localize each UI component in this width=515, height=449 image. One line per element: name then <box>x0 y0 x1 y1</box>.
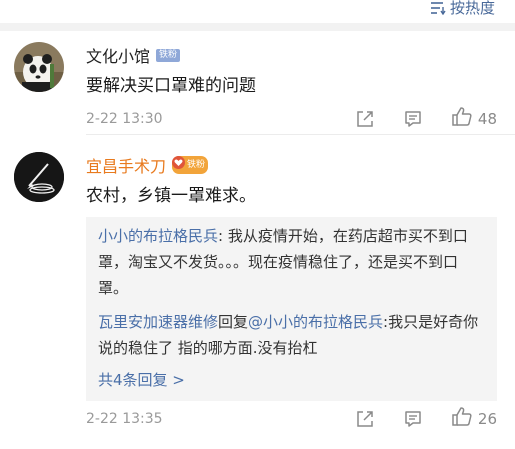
comment-icon[interactable] <box>404 410 422 428</box>
comment-text: 要解决买口罩难的问题 <box>86 76 256 96</box>
comment-header: 宜昌手术刀 铁粉 <box>86 153 209 177</box>
username[interactable]: 文化小馆 <box>86 43 150 67</box>
reply-mention[interactable]: @小小的布拉格民兵 <box>248 313 383 331</box>
fan-badge: 铁粉 <box>156 48 181 62</box>
comment-footer: 2-22 13:35 26 <box>86 407 497 430</box>
reply-username[interactable]: 瓦里安加速器维修 <box>98 313 218 331</box>
replies-preview[interactable]: 小小的布拉格民兵: 我从疫情开始，在药店超市买不到口罩，淘宝又不发货。。。现在疫… <box>86 217 497 401</box>
sort-label: 按热度 <box>449 0 495 17</box>
comment-header: 文化小馆 铁粉 <box>86 43 181 67</box>
share-icon[interactable] <box>356 110 374 128</box>
sort-by-hot-button[interactable]: 按热度 <box>430 0 495 18</box>
share-icon[interactable] <box>356 410 374 428</box>
like-count: 48 <box>477 109 497 128</box>
section-divider <box>0 23 515 31</box>
view-more-replies-link[interactable]: 共4条回复 > <box>98 367 485 393</box>
heart-icon <box>172 156 186 174</box>
like-button[interactable]: 48 <box>452 107 497 130</box>
reply-username[interactable]: 小小的布拉格民兵 <box>98 227 218 245</box>
comment-feed: 按热度 文化小馆 铁粉 要解决买口罩难的问题 2-22 13:30 48 宜昌手… <box>0 0 515 449</box>
reply-item: 瓦里安加速器维修回复@小小的布拉格民兵:我只是好奇你说的稳住了 指的哪方面.没有… <box>98 313 479 357</box>
like-count: 26 <box>477 409 497 428</box>
comment-timestamp: 2-22 13:30 <box>86 110 163 127</box>
comment-separator <box>86 134 515 135</box>
comment-icon[interactable] <box>404 110 422 128</box>
panda-avatar-image <box>14 42 64 92</box>
scalpel-logo-image <box>14 152 64 202</box>
thumbs-up-icon <box>452 407 472 430</box>
comment-footer: 2-22 13:30 48 <box>86 107 497 130</box>
comment-text: 农村，乡镇一罩难求。 <box>86 186 256 206</box>
comment-item: 宜昌手术刀 铁粉 农村，乡镇一罩难求。 小小的布拉格民兵: 我从疫情开始，在药店… <box>0 141 515 441</box>
thumbs-up-icon <box>452 107 472 130</box>
avatar[interactable] <box>14 42 64 92</box>
sort-icon <box>430 1 446 15</box>
comment-timestamp: 2-22 13:35 <box>86 410 163 427</box>
comment-item: 文化小馆 铁粉 要解决买口罩难的问题 2-22 13:30 48 <box>0 31 515 140</box>
reply-item: 小小的布拉格民兵: 我从疫情开始，在药店超市买不到口罩，淘宝又不发货。。。现在疫… <box>98 227 468 297</box>
avatar[interactable] <box>14 152 64 202</box>
username[interactable]: 宜昌手术刀 <box>86 153 166 177</box>
like-button[interactable]: 26 <box>452 407 497 430</box>
fan-badge: 铁粉 <box>172 156 209 174</box>
